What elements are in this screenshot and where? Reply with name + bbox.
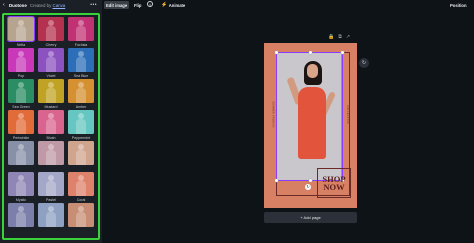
duplicate-icon[interactable]: ⧉ [338,34,342,40]
position-button[interactable]: Position [448,1,469,9]
filter-label: Mustard [44,104,58,109]
filter-option[interactable] [38,203,64,229]
filter-option[interactable] [8,203,34,229]
resize-handle[interactable] [309,179,312,182]
filter-label: Nelia [16,42,26,47]
filter-option[interactable] [68,141,94,167]
filter-option[interactable]: Amber [68,79,94,109]
filter-option[interactable]: Violet [38,48,64,78]
filter-label: Peppermint [71,135,91,140]
filter-thumbnail[interactable] [38,110,64,134]
side-text-left: SUMMER FASHION [271,101,275,128]
animate-button[interactable]: ⚡ Animate [159,1,187,9]
design-page[interactable]: SUMMER FASHION COLLECTION ↻ SHOP NOW [264,43,357,208]
share-icon[interactable]: ↗ [346,34,350,40]
filter-label: Sea Blue [73,73,89,78]
flip-button[interactable]: Flip [132,1,143,9]
filter-thumbnail[interactable] [8,141,34,165]
duotone-panel: ‹ Duotone Created by Canva ••• Nelia Cher… [0,0,102,243]
filter-thumbnail[interactable] [68,79,94,103]
filter-thumbnail[interactable] [68,17,94,41]
panel-title: Duotone [9,2,27,8]
filter-option[interactable]: Fuchsia [68,17,94,47]
resize-handle[interactable] [309,51,312,54]
filter-option[interactable]: Sea Blue [68,48,94,78]
filter-thumbnail[interactable] [8,79,34,103]
add-page-button[interactable]: + Add page [264,212,357,223]
resize-handle[interactable] [341,51,344,54]
filter-option[interactable] [38,141,64,167]
shop-now-box[interactable]: SHOP NOW [317,168,351,198]
more-options-icon[interactable]: ••• [90,2,97,8]
filter-thumbnail[interactable] [8,48,34,72]
shop-now-text: SHOP NOW [322,173,346,192]
filter-thumbnail[interactable] [8,203,34,227]
filter-label: Fuchsia [74,42,88,47]
filter-option[interactable]: Coral [68,172,94,202]
rotate-icon[interactable]: ↻ [305,184,311,190]
filter-option[interactable] [68,203,94,229]
filter-label: Cherry [45,42,57,47]
filter-thumbnail[interactable] [8,172,34,196]
filter-label: Mystic [15,197,27,202]
filter-option[interactable]: Mystic [8,172,34,202]
filter-option[interactable]: Blush [38,110,64,140]
filter-label: Blush [46,135,56,140]
lock-icon[interactable]: 🔒 [328,34,334,40]
info-icon[interactable]: i [147,1,153,7]
filter-thumbnail[interactable] [68,203,94,227]
filter-option[interactable]: Nelia [6,15,36,47]
filter-option[interactable]: Periwinkle [8,110,34,140]
filter-thumbnail[interactable] [38,203,64,227]
edit-image-button[interactable]: Edit image [104,1,130,9]
filter-option[interactable]: Sea Green [8,79,34,109]
filter-grid: Nelia Cherry Fuchsia Pop Violet Sea Blue Sea G… [2,13,100,240]
filter-label: Coral [76,197,86,202]
resize-handle[interactable] [275,51,278,54]
filter-label: Amber [75,104,87,109]
filter-thumbnail[interactable] [38,17,64,41]
credit-author-link[interactable]: Canva [53,3,66,8]
filter-option[interactable]: Peppermint [68,110,94,140]
animate-label: Animate [168,2,186,8]
filter-option[interactable]: Pop [8,48,34,78]
refresh-icon[interactable]: ↻ [359,58,369,68]
toolbar: Edit image Flip i ⚡ Animate Position [102,0,474,10]
filter-thumbnail[interactable] [68,172,94,196]
panel-credit: Created by Canva [30,3,65,8]
filter-thumbnail[interactable] [68,141,94,165]
filter-thumbnail[interactable] [38,48,64,72]
page-actions: 🔒 ⧉ ↗ [328,34,350,40]
filter-thumbnail[interactable] [6,15,36,43]
filter-thumbnail[interactable] [38,141,64,165]
filter-option[interactable]: Pastel [38,172,64,202]
filter-thumbnail[interactable] [38,79,64,103]
filter-thumbnail[interactable] [68,48,94,72]
filter-thumbnail[interactable] [38,172,64,196]
filter-option[interactable]: Cherry [38,17,64,47]
resize-handle[interactable] [275,179,278,182]
filter-label: Periwinkle [12,135,30,140]
filter-label: Pop [17,73,25,78]
filter-label: Sea Green [12,104,30,109]
panel-header: ‹ Duotone Created by Canva ••• [0,0,102,10]
credit-prefix: Created by [29,2,52,8]
filter-label: Violet [46,73,56,78]
animate-icon: ⚡ [161,2,168,8]
selection-box[interactable] [275,51,344,182]
side-text-right: COLLECTION [345,105,349,124]
filter-label: Pastel [46,197,56,202]
filter-thumbnail[interactable] [68,110,94,134]
filter-thumbnail[interactable] [8,110,34,134]
filter-option[interactable] [8,141,34,167]
filter-option[interactable]: Mustard [38,79,64,109]
